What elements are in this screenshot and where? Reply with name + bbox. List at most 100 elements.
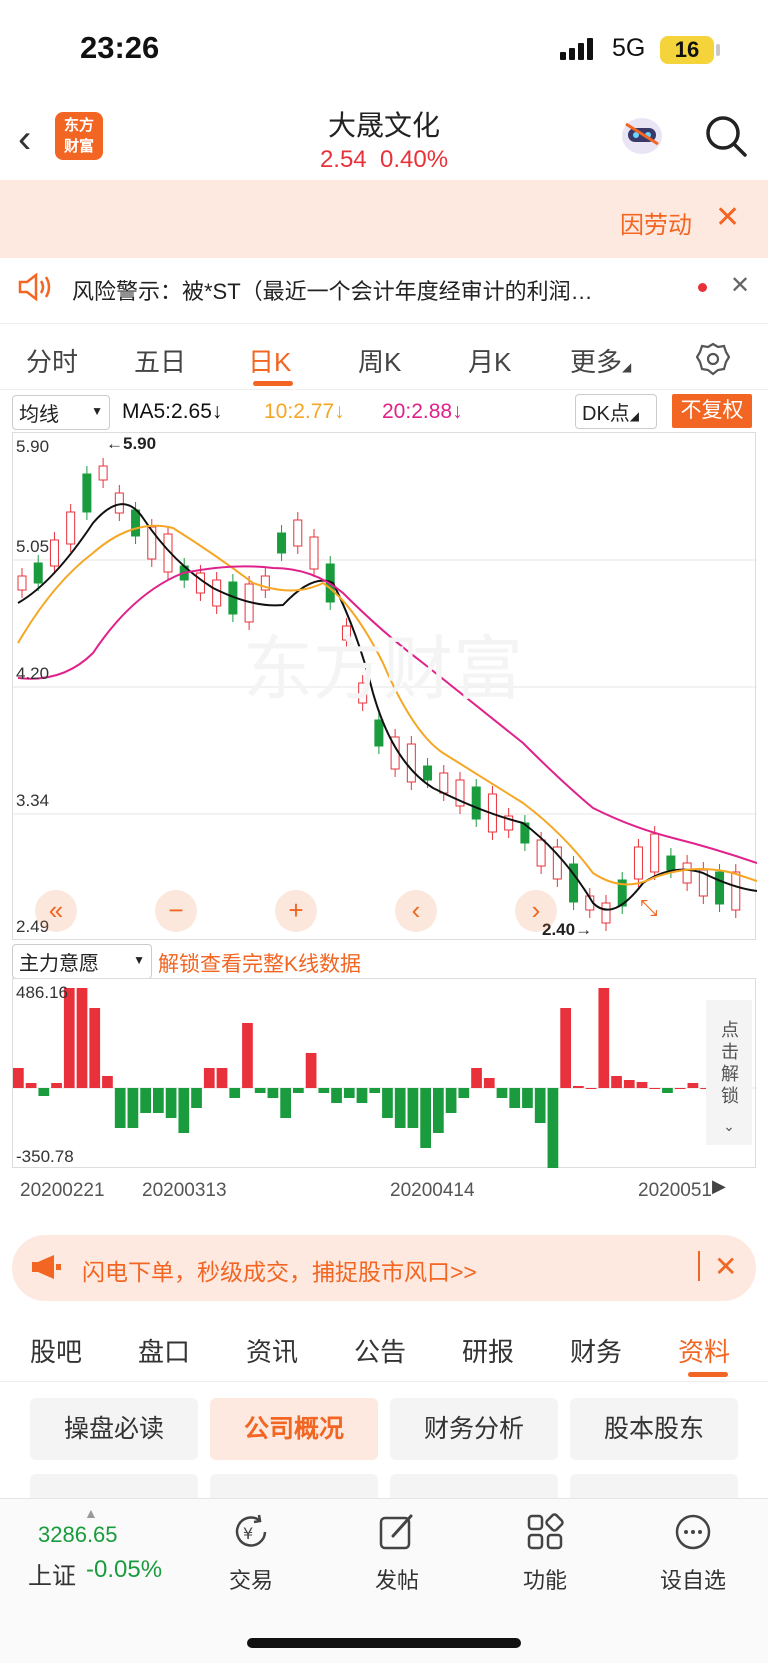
fullscreen-icon[interactable]: ⤡ <box>640 895 658 921</box>
zoom-in-button[interactable]: + <box>275 890 317 932</box>
fund-flow-bar <box>458 1088 470 1098</box>
candle-body <box>131 509 141 537</box>
index-change[interactable]: -0.05% <box>86 1556 162 1584</box>
fund-flow-bar <box>407 1088 419 1128</box>
fund-flow-bar <box>280 1088 291 1118</box>
nav-trade[interactable]: ¥ 交易 <box>206 1512 296 1595</box>
fund-flow-bar <box>509 1088 521 1108</box>
fund-flow-bar <box>573 1086 584 1088</box>
fund-flow-bar <box>127 1088 139 1128</box>
candle-body <box>374 719 384 747</box>
app-logo: 东方 财富 <box>55 112 103 160</box>
assistant-robot-icon[interactable] <box>618 114 666 158</box>
promo-text: 闪电下单，秒级成交，捕捉股市风口>> <box>82 1259 477 1285</box>
tab-profile[interactable]: 资料 <box>678 1332 730 1369</box>
tab-daily-k[interactable]: 日K <box>248 342 291 379</box>
index-value[interactable]: 3286.65 <box>38 1522 118 1548</box>
ma5-value: MA5:2.65↓ <box>122 400 223 423</box>
tab-weekly-k[interactable]: 周K <box>358 342 401 379</box>
nav-label: 交易 <box>228 1568 273 1593</box>
indicator-select[interactable]: 均线 ▼ <box>12 395 110 430</box>
candle-body <box>98 465 108 481</box>
unlock-link[interactable]: 解锁查看完整K线数据 <box>158 948 361 978</box>
tab-five-day[interactable]: 五日 <box>134 342 186 379</box>
fund-flow-bar <box>191 1088 202 1108</box>
adjust-price-button[interactable]: 不复权 <box>672 394 752 428</box>
tab-forum[interactable]: 股吧 <box>30 1332 82 1369</box>
high-annotation: ←5.90 <box>106 434 157 453</box>
fund-flow-bar <box>611 1076 622 1088</box>
scroll-left-fast-button[interactable]: « <box>35 890 77 932</box>
fund-flow-bar <box>267 1088 279 1098</box>
tab-intraday[interactable]: 分时 <box>26 342 78 379</box>
nav-functions[interactable]: 功能 <box>500 1512 590 1595</box>
fund-flow-bar <box>51 1083 62 1088</box>
battery-tip <box>716 44 720 56</box>
fund-flow-bar <box>674 1088 686 1089</box>
subchart-select[interactable]: 主力意愿 ▼ <box>12 944 152 979</box>
nav-label: 设自选 <box>659 1568 726 1593</box>
kline-chart[interactable]: 东方财富 <box>12 432 758 940</box>
fund-flow-bar <box>471 1068 482 1088</box>
stock-name: 大晟文化 <box>327 110 440 141</box>
chip-company-overview[interactable]: 公司概况 <box>210 1398 378 1460</box>
ad-text: 因劳动 <box>620 212 692 239</box>
candle-body <box>293 519 303 547</box>
fund-flow-bar <box>585 1088 597 1089</box>
tab-research[interactable]: 研报 <box>462 1332 514 1369</box>
active-tab-underline <box>688 1372 728 1377</box>
fund-flow-bar <box>547 1088 559 1168</box>
fund-flow-bar <box>305 1053 317 1088</box>
zoom-out-button[interactable]: − <box>155 890 197 932</box>
nav-label: 发帖 <box>374 1568 419 1593</box>
chip-financial-analysis[interactable]: 财务分析 <box>390 1398 558 1460</box>
chip-trading-guide[interactable]: 操盘必读 <box>30 1398 198 1460</box>
dk-point-select[interactable]: DK点◢ <box>575 394 657 429</box>
fund-flow-bar <box>560 1008 571 1088</box>
candle-body <box>536 839 546 867</box>
candle-body <box>66 511 76 545</box>
active-tab-underline <box>253 381 293 386</box>
side-unlock-button[interactable]: 点击解锁 ⌄ <box>706 1000 752 1145</box>
candle-body <box>195 572 205 594</box>
tab-monthly-k[interactable]: 月K <box>468 342 511 379</box>
back-arrow-icon[interactable]: ‹ <box>18 117 31 162</box>
tab-announcements[interactable]: 公告 <box>354 1332 406 1369</box>
close-icon[interactable]: ✕ <box>730 271 750 300</box>
search-icon[interactable] <box>704 114 748 158</box>
play-arrow-icon[interactable]: ▶ <box>712 1176 726 1197</box>
fund-flow-bar <box>203 1068 215 1088</box>
chip-shareholders[interactable]: 股本股东 <box>570 1398 738 1460</box>
risk-warning-text: 风险警示：被*ST（最近一个会计年度经审计的利润… <box>72 279 593 304</box>
candle-body <box>212 579 222 607</box>
fund-flow-bar <box>25 1083 37 1088</box>
candle-body <box>682 862 692 884</box>
close-icon[interactable]: ✕ <box>715 200 740 235</box>
nav-post[interactable]: 发帖 <box>352 1512 442 1595</box>
index-name[interactable]: 上证 <box>28 1556 76 1591</box>
grid-icon <box>527 1513 564 1550</box>
fund-flow-bar <box>63 988 75 1088</box>
edit-icon <box>379 1514 413 1550</box>
candle-body <box>650 833 660 873</box>
tab-orderbook[interactable]: 盘口 <box>138 1332 190 1369</box>
candle-body <box>17 575 27 591</box>
fund-flow-bar <box>496 1088 508 1098</box>
scroll-right-button[interactable]: › <box>515 890 557 932</box>
date-label: 2020051 <box>638 1180 712 1201</box>
close-icon[interactable]: ✕ <box>714 1250 737 1283</box>
svg-text:¥: ¥ <box>243 1524 253 1543</box>
scroll-left-button[interactable]: ‹ <box>395 890 437 932</box>
nav-watchlist[interactable]: 设自选 <box>648 1512 738 1595</box>
date-label: 20200221 <box>20 1180 105 1201</box>
date-label: 20200414 <box>390 1180 475 1201</box>
fund-flow-bar <box>534 1088 546 1123</box>
gear-icon[interactable] <box>696 342 730 376</box>
tab-more[interactable]: 更多◢ <box>570 342 631 379</box>
fund-flow-bar <box>102 1076 113 1088</box>
candle-body <box>439 772 449 794</box>
tab-news[interactable]: 资讯 <box>246 1332 298 1369</box>
fund-flow-bar <box>229 1088 241 1098</box>
tab-finance[interactable]: 财务 <box>570 1332 622 1369</box>
fund-flow-bar <box>623 1080 635 1088</box>
